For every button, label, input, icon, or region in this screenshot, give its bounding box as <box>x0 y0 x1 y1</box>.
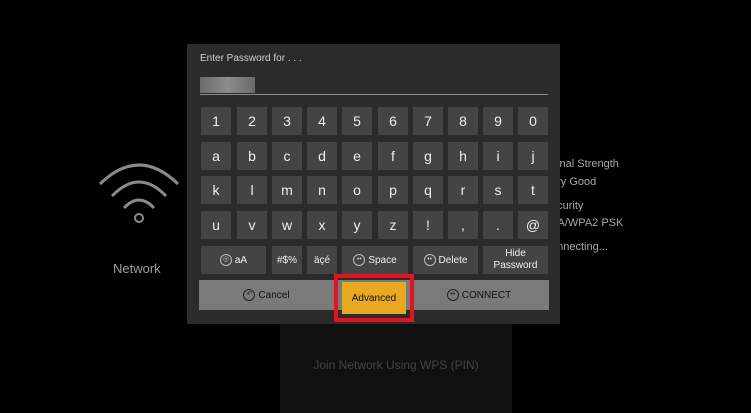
key-v[interactable]: v <box>237 211 267 239</box>
hide-password-key[interactable]: Hide Password <box>483 246 548 274</box>
key-y[interactable]: y <box>342 211 372 239</box>
key-b[interactable]: b <box>237 142 267 170</box>
network-label: Network <box>113 261 161 276</box>
remote-button-icon: •• <box>353 254 366 266</box>
key-period[interactable]: . <box>483 211 513 239</box>
space-key[interactable]: •• Space <box>342 246 408 274</box>
key-h[interactable]: h <box>448 142 478 170</box>
cancel-label: Cancel <box>258 289 290 301</box>
key-8[interactable]: 8 <box>448 107 478 135</box>
password-input[interactable] <box>200 77 255 93</box>
delete-key[interactable]: •• Delete <box>413 246 478 274</box>
wps-label: Join Network Using WPS (PIN) <box>313 358 479 372</box>
key-l[interactable]: l <box>237 176 267 204</box>
key-6[interactable]: 6 <box>378 107 408 135</box>
remote-button-icon: •• <box>423 254 436 266</box>
key-x[interactable]: x <box>307 211 337 239</box>
space-label: Space <box>368 254 397 266</box>
case-toggle-key[interactable]: ◎ aA <box>201 246 266 274</box>
key-r[interactable]: r <box>448 176 478 204</box>
connect-button[interactable]: •• CONNECT <box>409 280 549 310</box>
key-d[interactable]: d <box>307 142 337 170</box>
dialog-title: Enter Password for . . . <box>200 53 302 64</box>
key-7[interactable]: 7 <box>413 107 443 135</box>
accents-key[interactable]: äçé <box>307 246 337 274</box>
key-p[interactable]: p <box>378 176 408 204</box>
key-3[interactable]: 3 <box>272 107 302 135</box>
key-g[interactable]: g <box>413 142 443 170</box>
key-i[interactable]: i <box>483 142 513 170</box>
cancel-button[interactable]: ↶ Cancel <box>199 280 334 310</box>
input-underline <box>200 94 548 95</box>
key-q[interactable]: q <box>413 176 443 204</box>
wps-panel[interactable]: Join Network Using WPS (PIN) <box>280 322 512 413</box>
remote-button-icon: ◎ <box>219 254 232 266</box>
key-m[interactable]: m <box>272 176 302 204</box>
key-z[interactable]: z <box>378 211 408 239</box>
key-5[interactable]: 5 <box>342 107 372 135</box>
key-at[interactable]: @ <box>518 211 548 239</box>
key-comma[interactable]: , <box>448 211 478 239</box>
key-s[interactable]: s <box>483 176 513 204</box>
connect-label: CONNECT <box>461 289 512 301</box>
back-icon: ↶ <box>243 289 256 301</box>
key-u[interactable]: u <box>201 211 231 239</box>
key-exclamation[interactable]: ! <box>413 211 443 239</box>
signal-strength-label: ignal Strength <box>551 158 619 170</box>
key-c[interactable]: c <box>272 142 302 170</box>
remote-button-icon: •• <box>446 289 459 301</box>
security-value: PA/WPA2 PSK <box>551 217 624 229</box>
key-k[interactable]: k <box>201 176 231 204</box>
key-a[interactable]: a <box>201 142 231 170</box>
key-f[interactable]: f <box>378 142 408 170</box>
key-o[interactable]: o <box>342 176 372 204</box>
key-2[interactable]: 2 <box>237 107 267 135</box>
key-4[interactable]: 4 <box>307 107 337 135</box>
symbols-key[interactable]: #$% <box>272 246 302 274</box>
key-n[interactable]: n <box>307 176 337 204</box>
advanced-button[interactable]: Advanced <box>342 282 406 314</box>
case-toggle-label: aA <box>234 254 248 266</box>
key-j[interactable]: j <box>518 142 548 170</box>
key-e[interactable]: e <box>342 142 372 170</box>
password-dialog: Enter Password for . . . 1 2 3 4 5 6 7 8… <box>187 44 560 324</box>
wifi-icon <box>98 163 180 223</box>
key-0[interactable]: 0 <box>518 107 548 135</box>
key-t[interactable]: t <box>518 176 548 204</box>
key-w[interactable]: w <box>272 211 302 239</box>
key-1[interactable]: 1 <box>201 107 231 135</box>
key-9[interactable]: 9 <box>483 107 513 135</box>
delete-label: Delete <box>438 254 468 266</box>
